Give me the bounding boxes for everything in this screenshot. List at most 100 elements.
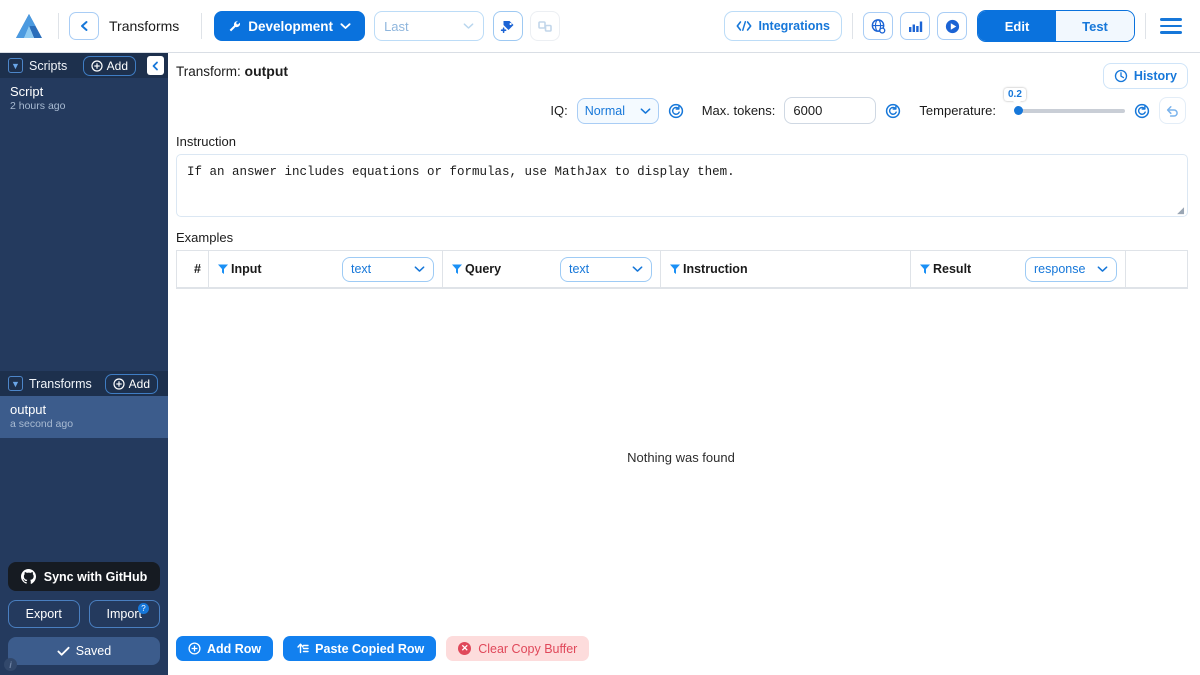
integrations-label: Integrations	[758, 19, 830, 33]
chevron-down-icon	[463, 22, 474, 30]
temperature-value-tooltip: 0.2	[1004, 88, 1026, 101]
table-footer-actions: Add Row Paste Copied Row ✕ Clear Copy Bu…	[168, 626, 1194, 675]
paste-copied-row-label: Paste Copied Row	[315, 642, 424, 656]
column-header-number[interactable]: #	[177, 251, 209, 287]
slider-track	[1015, 109, 1125, 113]
history-label: History	[1134, 69, 1177, 83]
undo-button[interactable]	[1159, 97, 1186, 124]
history-button[interactable]: History	[1103, 63, 1188, 89]
result-type-value: response	[1034, 262, 1085, 276]
examples-label: Examples	[168, 220, 1194, 250]
import-help-badge[interactable]: ?	[138, 603, 149, 614]
copy-blocks-icon	[537, 19, 553, 34]
chevron-down-icon[interactable]: ▼	[8, 376, 23, 391]
column-header-result: Result response	[911, 251, 1126, 287]
info-icon[interactable]: i	[4, 658, 17, 671]
iq-value: Normal	[585, 104, 625, 118]
environment-button[interactable]: Development	[214, 11, 365, 41]
clock-history-icon	[1114, 69, 1128, 83]
paste-icon	[295, 642, 309, 655]
transforms-section-title: Transforms	[29, 377, 99, 391]
empty-state: Nothing was found	[168, 289, 1194, 626]
divider	[852, 13, 853, 39]
iq-reset-button[interactable]	[668, 103, 684, 119]
back-button[interactable]	[69, 12, 99, 40]
temperature-label: Temperature:	[919, 103, 996, 118]
statistics-button[interactable]	[900, 12, 930, 40]
globe-search-button[interactable]	[863, 12, 893, 40]
column-header-instruction: Instruction	[661, 251, 911, 287]
input-type-value: text	[351, 262, 371, 276]
saved-button[interactable]: Saved	[8, 637, 160, 665]
divider	[1145, 13, 1146, 39]
temperature-reset-button[interactable]	[1134, 103, 1150, 119]
transforms-section-header: ▼ Transforms Add	[0, 371, 168, 396]
version-select[interactable]: Last	[374, 11, 484, 41]
divider	[58, 13, 59, 39]
plus-circle-icon	[188, 642, 201, 655]
collapse-sidebar-button[interactable]	[147, 56, 164, 75]
code-brackets-icon	[736, 20, 752, 32]
add-tag-button[interactable]	[493, 11, 523, 41]
scripts-section-header: ▼ Scripts Add	[0, 53, 168, 78]
transform-time: a second ago	[10, 417, 158, 431]
filter-icon[interactable]	[451, 263, 463, 275]
chevron-down-icon[interactable]: ▼	[8, 58, 23, 73]
export-import-row: Export Import ?	[8, 600, 160, 628]
filter-icon[interactable]	[919, 263, 931, 275]
iq-label: IQ:	[550, 103, 567, 118]
column-label-instruction[interactable]: Instruction	[683, 262, 902, 276]
max-tokens-reset-button[interactable]	[885, 103, 901, 119]
mode-tabs: Edit Test	[977, 10, 1135, 42]
reset-icon	[668, 103, 684, 119]
run-button[interactable]	[937, 12, 967, 40]
environment-label: Development	[248, 19, 333, 34]
hamburger-menu-icon[interactable]	[1156, 14, 1186, 38]
column-label-input[interactable]: Input	[231, 262, 342, 276]
page-title: Transform: output	[176, 63, 288, 79]
list-item[interactable]: Script 2 hours ago	[0, 78, 168, 120]
reset-icon	[885, 103, 901, 119]
column-header-input: Input text	[209, 251, 443, 287]
undo-arrow-icon	[1165, 103, 1180, 118]
iq-select[interactable]: Normal	[577, 98, 659, 124]
query-type-select[interactable]: text	[560, 257, 652, 282]
column-label-query[interactable]: Query	[465, 262, 560, 276]
input-type-select[interactable]: text	[342, 257, 434, 282]
add-transform-button[interactable]: Add	[105, 374, 158, 394]
clone-button[interactable]	[530, 11, 560, 41]
result-type-select[interactable]: response	[1025, 257, 1117, 282]
script-time: 2 hours ago	[10, 99, 158, 113]
temperature-slider[interactable]: 0.2	[1005, 101, 1125, 121]
max-tokens-input[interactable]	[784, 97, 876, 124]
clear-copy-buffer-button[interactable]: ✕ Clear Copy Buffer	[446, 636, 589, 661]
tab-edit[interactable]: Edit	[978, 11, 1056, 41]
paste-copied-row-button[interactable]: Paste Copied Row	[283, 636, 436, 661]
resize-grip-icon[interactable]: ◢	[1177, 205, 1184, 216]
tab-test[interactable]: Test	[1056, 11, 1134, 41]
add-transform-label: Add	[129, 377, 150, 391]
sync-with-github-button[interactable]: Sync with GitHub	[8, 562, 160, 591]
github-label: Sync with GitHub	[44, 570, 147, 584]
chevron-left-icon	[79, 20, 90, 32]
add-script-button[interactable]: Add	[83, 56, 136, 76]
filter-icon[interactable]	[217, 263, 229, 275]
filter-icon[interactable]	[669, 263, 681, 275]
max-tokens-label: Max. tokens:	[702, 103, 776, 118]
sidebar-item-output[interactable]: output a second ago	[0, 396, 168, 438]
slider-thumb[interactable]	[1014, 106, 1023, 115]
add-tag-icon	[500, 18, 516, 34]
import-button[interactable]: Import ?	[89, 600, 161, 628]
instruction-textarea[interactable]	[176, 154, 1188, 217]
export-button[interactable]: Export	[8, 600, 80, 628]
chevron-down-icon	[632, 265, 643, 273]
breadcrumb[interactable]: Transforms	[99, 18, 191, 34]
column-label-result[interactable]: Result	[933, 262, 1025, 276]
top-toolbar: Transforms Development Last	[0, 0, 1200, 53]
add-row-button[interactable]: Add Row	[176, 636, 273, 661]
scripts-panel: ▼ Scripts Add	[0, 53, 168, 371]
integrations-button[interactable]: Integrations	[724, 11, 842, 41]
empty-state-message: Nothing was found	[627, 450, 735, 465]
examples-table: # Input text	[176, 250, 1188, 289]
chevron-down-icon	[640, 107, 651, 115]
